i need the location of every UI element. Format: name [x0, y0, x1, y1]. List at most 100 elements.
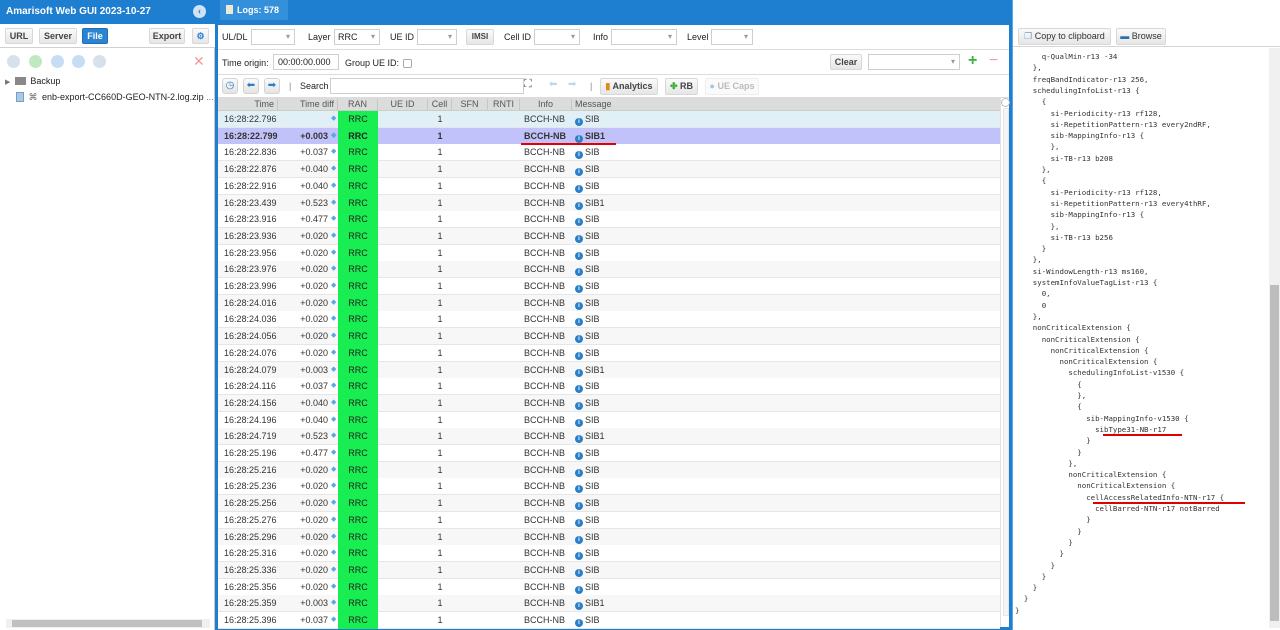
- cell-message[interactable]: i SIB: [575, 498, 600, 511]
- cell-message[interactable]: i SIB: [575, 214, 600, 227]
- diff-arrow-icon[interactable]: ◆: [331, 549, 337, 556]
- diff-arrow-icon[interactable]: ◆: [331, 466, 337, 473]
- search-prev-icon[interactable]: ⬅: [549, 79, 557, 90]
- diff-arrow-icon[interactable]: ◆: [331, 616, 337, 623]
- clear-button[interactable]: Clear: [830, 54, 862, 70]
- diff-arrow-icon[interactable]: ◆: [331, 199, 337, 206]
- cell-message[interactable]: i SIB: [575, 515, 600, 527]
- col-info[interactable]: Info: [520, 99, 572, 110]
- table-row[interactable]: 16:28:25.236 +0.020 ◆ RRC 1 BCCH-NB i SIB: [218, 478, 1000, 496]
- table-row[interactable]: 16:28:23.916 +0.477 ◆ RRC 1 BCCH-NB i SIB: [218, 211, 1000, 229]
- cell-message[interactable]: i SIB: [575, 348, 600, 360]
- col-rnti[interactable]: RNTI: [488, 99, 520, 110]
- table-row[interactable]: 16:28:25.256 +0.020 ◆ RRC 1 BCCH-NB i SIB: [218, 495, 1000, 513]
- diff-arrow-icon[interactable]: ◆: [331, 432, 337, 439]
- diff-arrow-icon[interactable]: ◆: [331, 416, 337, 423]
- tree-folder-backup[interactable]: ▶ Backup: [5, 76, 60, 86]
- search-next-icon[interactable]: ➡: [568, 79, 576, 90]
- table-row[interactable]: 16:28:22.916 +0.040 ◆ RRC 1 BCCH-NB i SIB: [218, 177, 1000, 195]
- table-row[interactable]: 16:28:25.196 +0.477 ◆ RRC 1 BCCH-NB i SIB: [218, 445, 1000, 462]
- col-time[interactable]: Time: [218, 99, 278, 110]
- col-message[interactable]: Message: [572, 99, 632, 110]
- browse-button[interactable]: ▬ Browse: [1116, 28, 1166, 45]
- uldl-select[interactable]: [251, 29, 295, 45]
- rb-button[interactable]: ✤ RB: [665, 78, 698, 95]
- add-filter-icon[interactable]: +: [968, 53, 977, 69]
- cell-message[interactable]: i SIB: [575, 481, 600, 494]
- diff-arrow-icon[interactable]: ◆: [331, 299, 337, 306]
- clock-icon[interactable]: ◷: [222, 78, 238, 94]
- table-row[interactable]: 16:28:23.936 +0.020 ◆ RRC 1 BCCH-NB i SIB: [218, 227, 1000, 245]
- cellid-select[interactable]: [534, 29, 580, 45]
- cell-message[interactable]: i SIB: [575, 147, 600, 160]
- level-select[interactable]: [711, 29, 753, 45]
- filter-preset-select[interactable]: [868, 54, 960, 70]
- export-button[interactable]: Export: [149, 28, 185, 44]
- col-ueid[interactable]: UE ID: [378, 99, 428, 110]
- diff-arrow-icon[interactable]: ◆: [331, 599, 337, 606]
- ueid-select[interactable]: [417, 29, 457, 45]
- table-row[interactable]: 16:28:24.719 +0.523 ◆ RRC 1 BCCH-NB i SIB1: [218, 428, 1000, 446]
- cell-message[interactable]: i SIB: [575, 298, 600, 310]
- diff-arrow-icon[interactable]: ◆: [331, 349, 337, 356]
- diff-arrow-icon[interactable]: ◆: [331, 282, 337, 289]
- file-tab-button[interactable]: File: [82, 28, 108, 44]
- table-vertical-scrollbar[interactable]: [1000, 98, 1010, 627]
- col-cell[interactable]: Cell: [428, 99, 452, 110]
- diff-arrow-icon[interactable]: ◆: [331, 566, 337, 573]
- server-tab-button[interactable]: Server: [39, 28, 77, 44]
- cell-message[interactable]: i SIB: [575, 164, 600, 177]
- tree-file-log[interactable]: ⌘ enb-export-CC660D-GEO-NTN-2.log.zip ..…: [16, 92, 214, 103]
- diff-arrow-icon[interactable]: ◆: [331, 533, 337, 540]
- col-ran[interactable]: RAN: [338, 99, 378, 110]
- table-row[interactable]: 16:28:24.076 +0.020 ◆ RRC 1 BCCH-NB i SIB: [218, 344, 1000, 362]
- diff-arrow-icon[interactable]: ◆: [331, 132, 337, 139]
- info-select[interactable]: [611, 29, 677, 45]
- diff-arrow-icon[interactable]: ◆: [331, 182, 337, 189]
- diff-arrow-icon[interactable]: ◆: [331, 516, 337, 523]
- diff-arrow-icon[interactable]: ◆: [331, 366, 337, 373]
- table-row[interactable]: 16:28:24.079 +0.003 ◆ RRC 1 BCCH-NB i SIB1: [218, 361, 1000, 379]
- diff-arrow-icon[interactable]: ◆: [331, 399, 337, 406]
- collapse-panel-icon[interactable]: ‹: [193, 5, 206, 18]
- diff-arrow-icon[interactable]: ◆: [331, 382, 337, 389]
- search-input[interactable]: [330, 78, 524, 94]
- table-row[interactable]: 16:28:24.116 +0.037 ◆ RRC 1 BCCH-NB i SIB: [218, 378, 1000, 396]
- cell-message[interactable]: i SIB: [575, 281, 600, 293]
- diff-arrow-icon[interactable]: ◆: [331, 482, 337, 489]
- expand-icon[interactable]: ▶: [5, 79, 10, 86]
- cell-message[interactable]: i SIB: [575, 231, 600, 243]
- table-row[interactable]: 16:28:23.956 +0.020 ◆ RRC 1 BCCH-NB i SIB: [218, 244, 1000, 262]
- table-row[interactable]: 16:28:25.276 +0.020 ◆ RRC 1 BCCH-NB i SIB: [218, 511, 1000, 529]
- table-row[interactable]: 16:28:25.336 +0.020 ◆ RRC 1 BCCH-NB i SIB: [218, 561, 1000, 579]
- time-origin-input[interactable]: 00:00:00.000: [273, 54, 339, 70]
- next-arrow-icon[interactable]: ➡: [264, 78, 280, 94]
- diff-arrow-icon[interactable]: ◆: [331, 499, 337, 506]
- cell-message[interactable]: i SIB: [575, 398, 600, 410]
- diff-arrow-icon[interactable]: ◆: [331, 215, 337, 222]
- cell-message[interactable]: i SIB: [575, 548, 600, 561]
- cell-message[interactable]: i SIB: [575, 331, 600, 344]
- table-row[interactable]: 16:28:25.396 +0.037 ◆ RRC 1 BCCH-NB i SIB: [218, 612, 1000, 629]
- cell-message[interactable]: i SIB: [575, 582, 600, 594]
- table-row[interactable]: 16:28:24.056 +0.020 ◆ RRC 1 BCCH-NB i SIB: [218, 328, 1000, 346]
- imsi-button[interactable]: IMSI: [466, 29, 494, 45]
- table-row[interactable]: 16:28:22.796 ◆ RRC 1 BCCH-NB i SIB: [218, 111, 1000, 128]
- cell-message[interactable]: i SIB: [575, 465, 600, 477]
- analytics-button[interactable]: ▮ Analytics: [600, 78, 658, 95]
- diff-arrow-icon[interactable]: ◆: [331, 449, 337, 456]
- diff-arrow-icon[interactable]: ◆: [331, 315, 337, 322]
- url-tab-button[interactable]: URL: [5, 28, 33, 44]
- diff-arrow-icon[interactable]: ◆: [331, 265, 337, 272]
- cell-message[interactable]: i SIB: [575, 415, 600, 427]
- copy-to-clipboard-button[interactable]: ❐ Copy to clipboard: [1018, 28, 1111, 45]
- table-row[interactable]: 16:28:24.156 +0.040 ◆ RRC 1 BCCH-NB i SIB: [218, 394, 1000, 412]
- prev-arrow-icon[interactable]: ⬅: [243, 78, 259, 94]
- col-timediff[interactable]: Time diff: [278, 99, 338, 110]
- cell-message[interactable]: i SIB: [575, 114, 600, 126]
- cell-message[interactable]: i SIB: [575, 448, 600, 460]
- settings-icon[interactable]: ⚙: [192, 28, 209, 44]
- diff-arrow-icon[interactable]: ◆: [331, 232, 337, 239]
- table-row[interactable]: 16:28:24.016 +0.020 ◆ RRC 1 BCCH-NB i SIB: [218, 294, 1000, 312]
- cell-message[interactable]: i SIB1: [575, 198, 605, 210]
